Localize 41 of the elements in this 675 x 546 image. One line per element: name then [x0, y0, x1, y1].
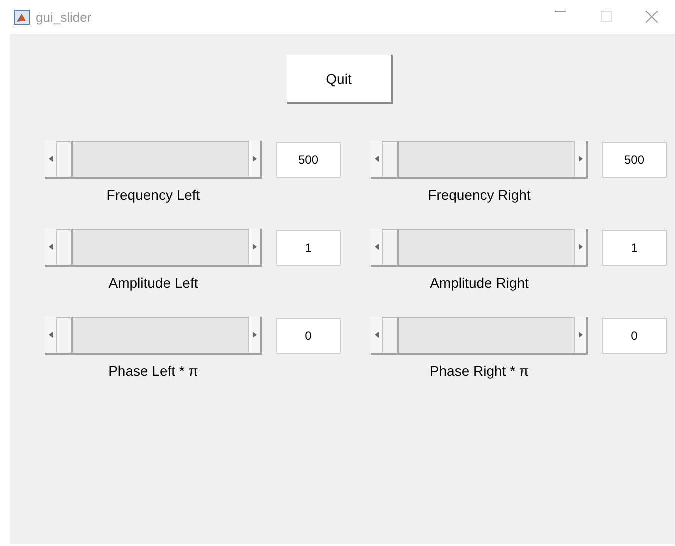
close-icon[interactable]: [646, 11, 658, 23]
slider-thumb[interactable]: [383, 142, 399, 177]
slider-thumb[interactable]: [57, 318, 73, 353]
slider-label: Frequency Left: [106, 187, 202, 203]
left-arrow-icon[interactable]: [374, 332, 378, 338]
minimize-icon[interactable]: [554, 11, 566, 12]
slider[interactable]: [45, 317, 262, 355]
slider[interactable]: [371, 317, 588, 355]
left-arrow-icon[interactable]: [374, 156, 378, 162]
value-field[interactable]: 1: [602, 230, 667, 266]
slider-label: Amplitude Right: [429, 275, 530, 291]
slider-label: Phase Left * π: [108, 363, 200, 379]
slider[interactable]: [371, 229, 588, 267]
value-field[interactable]: 500: [602, 142, 667, 178]
right-arrow-icon[interactable]: [252, 332, 256, 338]
slider[interactable]: [45, 229, 262, 267]
slider[interactable]: [45, 141, 262, 179]
left-arrow-icon[interactable]: [374, 244, 378, 250]
right-arrow-icon[interactable]: [578, 332, 582, 338]
slider[interactable]: [371, 141, 588, 179]
value-field[interactable]: 500: [276, 142, 341, 178]
value-field[interactable]: 0: [276, 318, 341, 354]
slider-thumb[interactable]: [57, 142, 73, 177]
right-arrow-icon[interactable]: [252, 156, 256, 162]
app-logo-icon: [14, 10, 30, 24]
left-arrow-icon[interactable]: [48, 332, 52, 338]
slider-thumb[interactable]: [383, 318, 399, 353]
slider-label: Amplitude Left: [108, 275, 200, 291]
right-arrow-icon[interactable]: [578, 244, 582, 250]
slider-thumb[interactable]: [383, 230, 399, 265]
window-title: gui_slider: [36, 10, 92, 24]
slider-label: Frequency Right: [427, 187, 532, 203]
right-arrow-icon[interactable]: [578, 156, 582, 162]
slider-thumb[interactable]: [57, 230, 73, 265]
quit-button[interactable]: Quit: [287, 55, 393, 104]
value-field[interactable]: 0: [602, 318, 667, 354]
right-arrow-icon[interactable]: [252, 244, 256, 250]
left-arrow-icon[interactable]: [48, 156, 52, 162]
left-arrow-icon[interactable]: [48, 244, 52, 250]
slider-label: Phase Right * π: [428, 363, 530, 379]
value-field[interactable]: 1: [276, 230, 341, 266]
